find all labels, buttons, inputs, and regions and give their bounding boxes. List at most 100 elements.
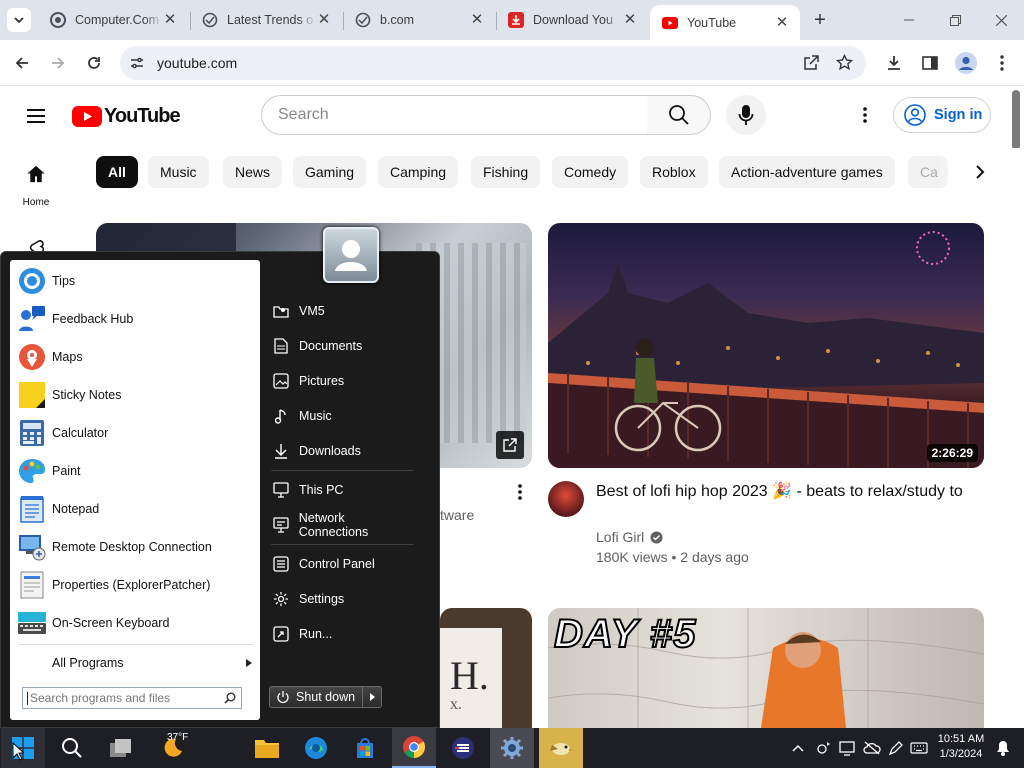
tab-search-button[interactable]	[7, 8, 31, 32]
place-pictures[interactable]: Pictures	[271, 366, 416, 396]
program-tips[interactable]: Tips	[10, 262, 260, 300]
back-button[interactable]	[8, 49, 36, 77]
open-external-icon[interactable]	[496, 431, 524, 459]
downloads-button[interactable]	[880, 49, 908, 77]
place-downloads[interactable]: Downloads	[271, 436, 416, 466]
program-sticky-notes[interactable]: Sticky Notes	[10, 376, 260, 414]
chips-next-button[interactable]	[966, 158, 994, 186]
arrow-left-icon	[15, 57, 28, 69]
program-paint[interactable]: Paint	[10, 452, 260, 490]
taskbar-search-button[interactable]	[50, 728, 94, 768]
profile-button[interactable]	[952, 49, 980, 77]
program-label: Notepad	[52, 502, 100, 516]
tab-computer-com[interactable]: Computer.Com ✕	[38, 0, 188, 40]
chip-fishing[interactable]: Fishing	[471, 156, 541, 188]
chip-action-adventure[interactable]: Action-adventure games	[719, 156, 895, 188]
search-input[interactable]: Search	[261, 95, 648, 135]
taskbar-edge[interactable]	[294, 728, 338, 768]
place-vm5[interactable]: VM5	[271, 296, 416, 326]
program-notepad[interactable]: Notepad	[10, 490, 260, 528]
app-e-icon	[452, 737, 474, 759]
properties-icon	[17, 570, 47, 600]
sign-in-button[interactable]: Sign in	[893, 97, 991, 133]
taskbar-app-e[interactable]	[441, 728, 485, 768]
close-tab-icon[interactable]: ✕	[622, 12, 638, 28]
video-title[interactable]: Best of lofi hip hop 2023 🎉 - beats to r…	[596, 481, 976, 503]
tab-youtube[interactable]: YouTube ✕	[650, 5, 800, 40]
hamburger-menu-button[interactable]	[24, 104, 48, 128]
chrome-menu-button[interactable]	[988, 49, 1016, 77]
close-tab-icon[interactable]: ✕	[162, 12, 178, 28]
user-avatar[interactable]	[323, 227, 379, 283]
tray-pen[interactable]	[886, 738, 906, 758]
taskbar-store[interactable]	[343, 728, 387, 768]
close-tab-icon[interactable]: ✕	[316, 12, 332, 28]
clock[interactable]: 10:51 AM 1/3/2024	[930, 732, 992, 764]
program-properties-explorerpatcher[interactable]: Properties (ExplorerPatcher)	[10, 566, 260, 604]
close-tab-icon[interactable]: ✕	[469, 12, 485, 28]
program-calculator[interactable]: Calculator	[10, 414, 260, 452]
settings-more-button[interactable]	[855, 103, 875, 127]
search-button[interactable]	[647, 95, 711, 135]
tab-latest-trends[interactable]: Latest Trends o ✕	[190, 0, 342, 40]
program-on-screen-keyboard[interactable]: On-Screen Keyboard	[10, 604, 260, 642]
place-settings[interactable]: Settings	[271, 584, 416, 614]
reload-button[interactable]	[80, 49, 108, 77]
weather-widget[interactable]: 37°F	[148, 728, 198, 768]
program-maps[interactable]: Maps	[10, 338, 260, 376]
task-view-button[interactable]	[99, 728, 143, 768]
place-run[interactable]: Run...	[271, 619, 416, 649]
place-music[interactable]: Music	[271, 401, 416, 431]
video-more-button[interactable]	[510, 482, 530, 502]
chip-comedy[interactable]: Comedy	[552, 156, 629, 188]
tray-keyboard[interactable]	[909, 738, 929, 758]
start-search-input[interactable]: Search programs and files	[22, 687, 242, 709]
video-thumbnail-lofi[interactable]: 2:26:29	[548, 223, 984, 468]
video-thumbnail-day5[interactable]: DAY #5	[548, 608, 984, 728]
shutdown-options-button[interactable]	[362, 686, 382, 708]
all-programs-button[interactable]: All Programs	[10, 648, 260, 678]
chip-roblox[interactable]: Roblox	[640, 156, 708, 188]
bookmark-star-icon[interactable]	[836, 54, 853, 71]
site-info-icon[interactable]	[130, 56, 144, 70]
minimize-button[interactable]	[886, 0, 932, 40]
place-control-panel[interactable]: Control Panel	[271, 549, 416, 579]
program-remote-desktop[interactable]: Remote Desktop Connection	[10, 528, 260, 566]
forward-button[interactable]	[44, 49, 72, 77]
chip-all[interactable]: All	[96, 156, 138, 188]
close-tab-icon[interactable]: ✕	[774, 14, 790, 31]
maximize-button[interactable]	[932, 0, 978, 40]
address-bar[interactable]: youtube.com	[120, 46, 866, 80]
new-tab-button[interactable]: +	[808, 8, 832, 32]
notification-button[interactable]	[993, 738, 1013, 758]
tray-cloud[interactable]	[862, 738, 882, 758]
shutdown-button[interactable]: Shut down	[269, 686, 367, 708]
video-thumbnail-left-bottom[interactable]: H. x.	[440, 608, 532, 728]
place-this-pc[interactable]: This PC	[271, 475, 416, 505]
place-network-connections[interactable]: Network Connections	[271, 510, 416, 540]
channel-name-row[interactable]: Lofi Girl	[596, 529, 663, 545]
close-window-button[interactable]	[978, 0, 1024, 40]
taskbar-app-bird[interactable]	[539, 728, 583, 768]
youtube-logo[interactable]: YouTube	[72, 104, 181, 128]
taskbar-chrome[interactable]	[392, 728, 436, 768]
taskbar-settings[interactable]	[490, 728, 534, 768]
tray-network[interactable]	[837, 738, 857, 758]
channel-avatar[interactable]	[548, 481, 584, 517]
sidebar-item-home[interactable]: Home	[10, 164, 62, 208]
open-in-app-icon[interactable]	[803, 55, 819, 71]
tray-overflow-button[interactable]	[788, 738, 808, 758]
chip-camping[interactable]: Camping	[378, 156, 459, 188]
tray-security[interactable]	[814, 738, 834, 758]
program-feedback-hub[interactable]: Feedback Hub	[10, 300, 260, 338]
chip-gaming[interactable]: Gaming	[293, 156, 367, 188]
voice-search-button[interactable]	[726, 95, 766, 135]
chip-music[interactable]: Music	[148, 156, 209, 188]
taskbar-file-explorer[interactable]	[245, 728, 289, 768]
chip-news[interactable]: News	[223, 156, 283, 188]
tab-b-com[interactable]: b.com ✕	[343, 0, 495, 40]
page-scrollbar[interactable]	[1012, 90, 1020, 150]
place-documents[interactable]: Documents	[271, 331, 416, 361]
side-panel-button[interactable]	[916, 49, 944, 77]
tab-download-youtube[interactable]: Download You ✕	[496, 0, 648, 40]
